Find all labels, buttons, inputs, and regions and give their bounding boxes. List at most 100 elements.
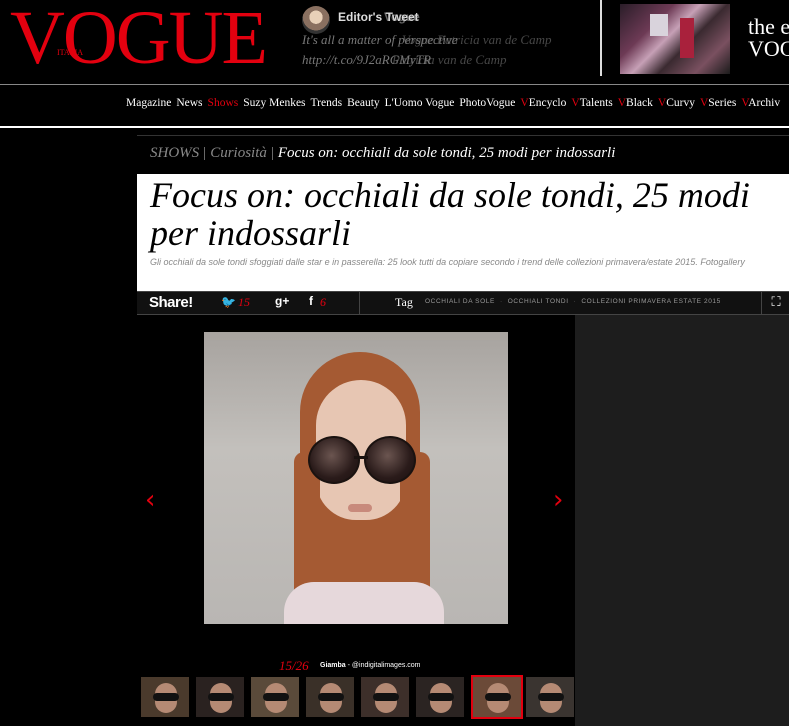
nav-item-label: Series: [708, 97, 737, 109]
facebook-icon[interactable]: f: [309, 294, 313, 308]
nav-item-curvy[interactable]: VCurvy: [658, 97, 695, 109]
previous-photo-button[interactable]: ‹: [145, 485, 155, 515]
nav-item-label: Trends: [310, 97, 343, 109]
nav-item-magazine[interactable]: Magazine: [126, 97, 171, 109]
promo-text-line2: VOG: [748, 36, 789, 61]
nav-item-suzy-menkes[interactable]: Suzy Menkes: [243, 97, 305, 109]
breadcrumb-separator: |: [203, 145, 207, 161]
promo-banner[interactable]: the ev VOG: [614, 2, 789, 76]
thumbnail-sunglasses: [485, 693, 511, 701]
google-plus-icon[interactable]: g+: [275, 294, 289, 308]
thumbnail-sunglasses: [318, 693, 344, 701]
header-divider: [600, 0, 602, 76]
page-title: Focus on: occhiali da sole tondi, 25 mod…: [150, 175, 750, 253]
gallery-thumbnail[interactable]: [251, 677, 299, 717]
nav-item-label: Shows: [207, 97, 239, 109]
gallery-thumbnail[interactable]: [196, 677, 244, 717]
nav-item-talents[interactable]: VTalents: [571, 97, 612, 109]
editor-avatar: [302, 6, 330, 34]
breadcrumb-separator: |: [270, 145, 274, 161]
nav-item-l-uomo-vogue[interactable]: L'Uomo Vogue: [385, 97, 455, 109]
nav-v-prefix: V: [617, 97, 627, 109]
tag-link[interactable]: COLLEZIONI PRIMAVERA ESTATE 2015: [581, 298, 721, 305]
share-bar: Share! 🐦 15 g+ f 6 Tag OCCHIALI DA SOLE ·…: [137, 291, 789, 315]
gallery-photo[interactable]: [204, 332, 508, 624]
nav-item-label: PhotoVogue: [459, 97, 516, 109]
nav-item-label: Suzy Menkes: [243, 97, 306, 109]
nav-v-prefix: V: [699, 97, 709, 109]
tag-list: OCCHIALI DA SOLE · OCCHIALI TONDI · COLLEZIO…: [425, 298, 721, 305]
breadcrumb-bar: SHOWS | Curiosità | Focus on: occhiali da so…: [137, 135, 789, 174]
twitter-count: 15: [238, 295, 250, 309]
editors-tweet-box[interactable]: Editor's Tweet Vogue It's all a matter o…: [298, 2, 596, 78]
thumbnail-sunglasses: [263, 693, 289, 701]
breadcrumb: SHOWS | Curiosità | Focus on: occhiali da so…: [150, 145, 615, 162]
nav-v-prefix: V: [657, 97, 667, 109]
nav-item-trends[interactable]: Trends: [311, 97, 343, 109]
next-photo-button[interactable]: ›: [553, 485, 563, 515]
nav-item-label: News: [176, 97, 203, 109]
tag-link[interactable]: OCCHIALI TONDI: [508, 298, 569, 305]
nav-item-label: Encyclo: [528, 97, 567, 109]
twitter-icon[interactable]: 🐦: [221, 295, 236, 309]
tag-separator: ·: [499, 298, 503, 305]
breadcrumb-current: Focus on: occhiali da sole tondi, 25 mod…: [277, 145, 616, 161]
gallery-thumbnail[interactable]: [471, 675, 523, 719]
sidebar-panel: [575, 315, 789, 726]
photo-counter: 15/26: [279, 658, 309, 673]
main-nav: Magazine News Shows Suzy Menkes Trends Beauty…: [126, 97, 785, 113]
thumbnail-sunglasses: [538, 693, 564, 701]
nav-item-shows[interactable]: Shows: [208, 97, 239, 109]
vogue-logo[interactable]: VOGUE: [10, 0, 268, 76]
nav-item-beauty[interactable]: Beauty: [347, 97, 380, 109]
promo-image: [620, 4, 730, 74]
tweet-title-overlap: Vogue: [384, 10, 420, 24]
thumbnail-sunglasses: [153, 693, 179, 701]
gallery-thumbnail[interactable]: [416, 677, 464, 717]
nav-item-label: Beauty: [347, 97, 380, 109]
thumbnail-sunglasses: [373, 693, 399, 701]
nav-v-prefix: V: [571, 97, 580, 109]
nav-item-label: Curvy: [666, 97, 695, 109]
tag-label: Tag: [395, 295, 413, 309]
gallery-thumbnail[interactable]: [361, 677, 409, 717]
gallery-thumbnail[interactable]: [306, 677, 354, 717]
nav-item-label: Magazine: [126, 97, 172, 109]
nav-item-news[interactable]: News: [176, 97, 202, 109]
tweet-text-overlap: Vogue Patricia van de Camp: [402, 32, 552, 47]
photo-credit: Giamba - @indigitalimages.com: [320, 662, 421, 669]
article-subtitle: Gli occhiali da sole tondi sfoggiati dal…: [150, 257, 745, 267]
photo-credit-source: @indigitalimages.com: [351, 662, 421, 669]
photo-gallery: ‹ › 15/26 Giamba - @indigitalimages.com: [137, 315, 575, 726]
breadcrumb-section[interactable]: SHOWS: [150, 145, 199, 161]
tag-separator: ·: [573, 298, 577, 305]
nav-item-label: Black: [626, 97, 653, 109]
nav-item-archiv[interactable]: VArchiv: [741, 97, 780, 109]
share-divider: [359, 292, 360, 314]
tag-link[interactable]: OCCHIALI DA SOLE: [425, 298, 495, 305]
nav-item-series[interactable]: VSeries: [700, 97, 736, 109]
tweet-link-overlap: Patricia van de Camp: [392, 52, 507, 67]
gallery-thumbnail[interactable]: [141, 677, 189, 717]
breadcrumb-category[interactable]: Curiosità: [210, 145, 267, 161]
nav-item-black[interactable]: VBlack: [618, 97, 653, 109]
nav-item-label: L'Uomo Vogue: [384, 97, 455, 109]
thumbnail-sunglasses: [428, 693, 454, 701]
nav-item-label: Archiv: [748, 97, 781, 109]
facebook-count: 6: [320, 295, 326, 309]
fullscreen-icon[interactable]: ⛶: [761, 292, 789, 314]
thumbnail-strip: [141, 675, 575, 721]
logo-italia-label: ITALIA: [57, 48, 84, 57]
title-block: Focus on: occhiali da sole tondi, 25 mod…: [137, 174, 789, 292]
article-content: SHOWS | Curiosità | Focus on: occhiali da so…: [137, 128, 789, 726]
share-label: Share!: [149, 294, 193, 311]
nav-item-label: Talents: [579, 97, 613, 109]
gallery-thumbnail[interactable]: [526, 677, 574, 717]
nav-v-prefix: V: [520, 97, 529, 109]
photo-credit-name: Giamba: [320, 662, 346, 669]
nav-item-photovogue[interactable]: PhotoVogue: [459, 97, 515, 109]
nav-item-encyclo[interactable]: VEncyclo: [520, 97, 566, 109]
nav-divider-top: [0, 84, 789, 85]
site-header: VOGUE ITALIA Editor's Tweet Vogue It's a…: [0, 0, 789, 84]
thumbnail-sunglasses: [208, 693, 234, 701]
